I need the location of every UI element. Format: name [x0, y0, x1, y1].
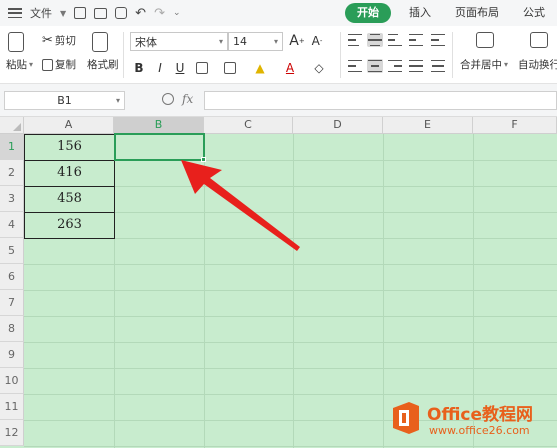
font-name-value: 宋体	[135, 35, 157, 49]
align-top-icon[interactable]	[347, 33, 363, 47]
merge-center-button[interactable]: 合并居中 ▾	[460, 57, 508, 72]
name-box-value: B1	[57, 94, 72, 107]
bold-icon[interactable]: B	[131, 60, 147, 76]
distributed-icon[interactable]	[430, 59, 446, 73]
clear-format-icon[interactable]: ◇	[311, 60, 327, 76]
watermark-url: www.office26.com	[429, 424, 530, 437]
menu-bar: 文件 ▼ ↶ ↷ ⌄ 开始 插入 页面布局 公式	[0, 0, 557, 26]
chevron-down-icon[interactable]: ▾	[29, 60, 33, 69]
orientation-icon[interactable]	[408, 33, 424, 47]
copy-label: 复制	[55, 59, 76, 71]
cut-label: 剪切	[54, 35, 76, 47]
divider	[340, 32, 341, 78]
redo-icon[interactable]: ↷	[150, 0, 169, 26]
font-size-select[interactable]: 14 ▾	[228, 32, 283, 51]
menu-icon[interactable]	[8, 8, 22, 18]
format-painter-label: 格式刷	[87, 59, 119, 71]
scissors-icon: ✂	[42, 33, 53, 48]
font-color-icon[interactable]: A	[282, 60, 298, 76]
merge-center-label: 合并居中	[460, 59, 502, 71]
align-bottom-icon[interactable]	[387, 33, 403, 47]
ribbon: 粘贴 ▾ ✂ 剪切 复制 格式刷 宋体 ▾ 14 ▾ A + A- B I U ▲ A …	[0, 26, 557, 84]
decrease-font-size-icon[interactable]: A-	[309, 33, 325, 49]
copy-button[interactable]: 复制	[42, 57, 76, 72]
paste-label: 粘贴	[6, 59, 27, 71]
ribbon-tabs: 开始 插入 页面布局 公式	[345, 0, 557, 26]
cut-button[interactable]: ✂ 剪切	[42, 33, 76, 48]
office-logo-icon	[393, 402, 419, 434]
tab-home[interactable]: 开始	[345, 3, 391, 23]
chevron-down-icon: ▾	[273, 37, 278, 46]
fx-icon[interactable]: fx	[182, 92, 193, 106]
cell-style-icon[interactable]	[222, 60, 238, 76]
tab-insert[interactable]: 插入	[397, 3, 443, 23]
wrap-text-label: 自动换行	[518, 59, 557, 71]
wrap-text-icon[interactable]	[530, 32, 548, 48]
undo-icon[interactable]: ↶	[131, 0, 150, 26]
font-name-select[interactable]: 宋体 ▾	[130, 32, 228, 51]
print-preview-icon[interactable]	[111, 0, 131, 26]
format-painter-icon[interactable]	[92, 32, 108, 52]
justify-icon[interactable]	[408, 59, 424, 73]
search-icon[interactable]	[162, 93, 174, 105]
chevron-down-icon[interactable]: ▾	[116, 92, 120, 109]
chevron-down-icon[interactable]: ▼	[56, 0, 70, 26]
formula-bar: B1 ▾ fx	[0, 84, 557, 117]
tab-formulas[interactable]: 公式	[511, 3, 557, 23]
align-middle-icon[interactable]	[367, 33, 383, 47]
borders-icon[interactable]	[194, 60, 210, 76]
divider	[123, 32, 124, 78]
italic-icon[interactable]: I	[152, 60, 168, 76]
wrap-text-button[interactable]: 自动换行	[518, 57, 557, 72]
paste-button[interactable]: 粘贴 ▾	[6, 57, 33, 72]
customize-icon[interactable]: ⌄	[169, 0, 185, 26]
increase-font-size-icon[interactable]: A +	[289, 33, 305, 49]
divider	[452, 32, 453, 78]
print-icon[interactable]	[90, 0, 111, 26]
chevron-down-icon: ▾	[218, 37, 223, 46]
save-icon[interactable]	[70, 0, 90, 26]
format-painter-button[interactable]: 格式刷	[87, 57, 119, 72]
arrow-shape	[181, 160, 300, 251]
font-size-value: 14	[233, 35, 247, 48]
watermark-title: Office教程网	[427, 405, 534, 425]
align-left-icon[interactable]	[347, 59, 363, 73]
fill-color-icon[interactable]: ▲	[252, 60, 268, 76]
watermark: Office教程网 www.office26.com	[387, 398, 557, 448]
name-box[interactable]: B1 ▾	[4, 91, 125, 110]
underline-icon[interactable]: U	[172, 60, 188, 76]
copy-icon	[42, 58, 53, 71]
merge-icon[interactable]	[476, 32, 494, 48]
indent-icon[interactable]	[430, 33, 446, 47]
formula-input[interactable]	[204, 91, 557, 110]
align-right-icon[interactable]	[387, 59, 403, 73]
paste-icon[interactable]	[8, 32, 24, 52]
chevron-down-icon[interactable]: ▾	[504, 60, 508, 69]
align-center-icon[interactable]	[367, 59, 383, 73]
file-menu[interactable]: 文件	[26, 0, 56, 26]
tab-page-layout[interactable]: 页面布局	[443, 3, 511, 23]
